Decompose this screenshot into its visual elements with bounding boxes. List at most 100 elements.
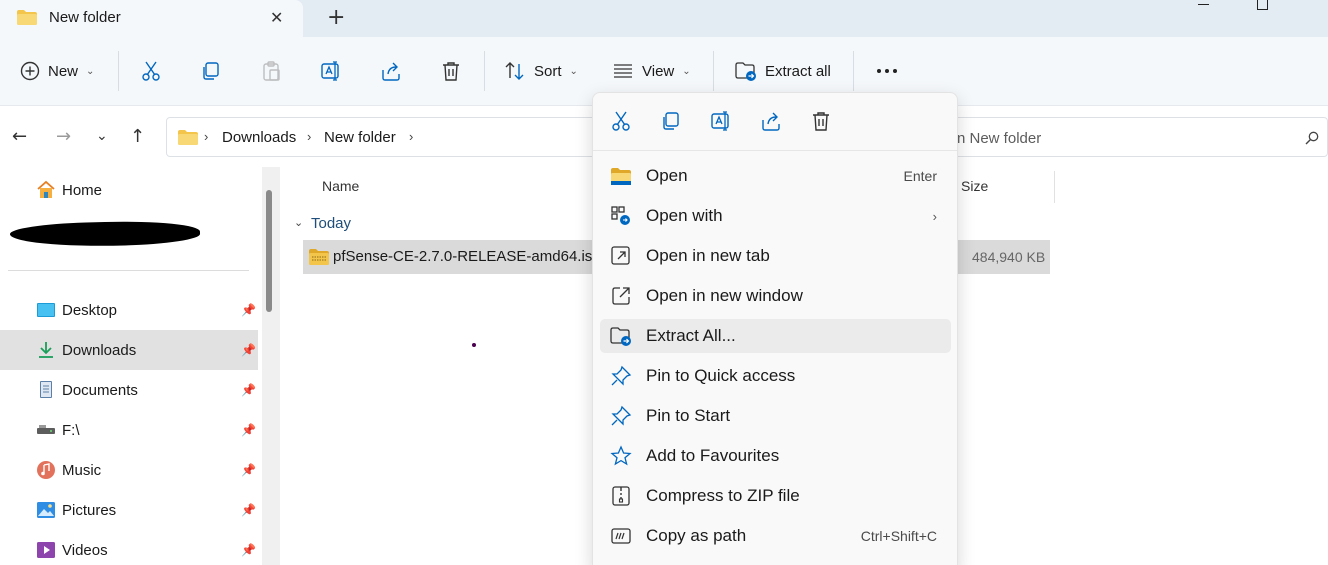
view-label: View [642,62,675,80]
column-divider[interactable] [1054,171,1055,203]
breadcrumb-downloads[interactable]: Downloads [222,129,296,146]
minimize-icon[interactable] [1198,4,1209,5]
folder-icon [17,10,37,25]
toolbar-divider [118,51,119,91]
pin-icon: 📌 [241,383,256,397]
chevron-down-icon[interactable]: ⌄ [294,216,303,229]
star-icon [610,445,632,466]
drive-icon [37,425,55,434]
breadcrumb-chevron-icon[interactable]: › [204,129,208,144]
breadcrumb-chevron-icon[interactable]: › [409,129,413,144]
recent-locations-icon[interactable]: ⌄ [96,128,108,144]
copy-icon [200,60,222,82]
menu-item-open-in-new-window[interactable]: Open in new window [600,279,951,313]
forward-icon[interactable]: → [56,126,71,147]
sidebar-item-pictures[interactable]: Pictures 📌 [0,490,258,530]
delete-button[interactable] [440,37,462,105]
extract-all-label: Extract all [765,62,831,80]
title-bar: New folder ✕ + [0,0,1328,37]
search-placeholder: n New folder [957,130,1042,147]
videos-icon [37,542,55,558]
group-header-today[interactable]: Today [311,215,351,232]
sidebar-item-desktop[interactable]: Desktop 📌 [0,290,258,330]
copy-button[interactable] [200,37,222,105]
rename-icon[interactable] [710,110,732,132]
cursor-dot [472,343,476,347]
rename-button[interactable] [320,37,342,105]
sort-button[interactable]: Sort ⌄ [504,37,578,105]
menu-item-label: Pin to Start [646,406,731,425]
sidebar-item-downloads[interactable]: Downloads 📌 [0,330,258,370]
menu-item-open-in-new-tab[interactable]: Open in new tab [600,239,951,273]
tab-new-folder[interactable]: New folder ✕ [0,0,303,37]
menu-item-open[interactable]: Open Enter [600,159,951,193]
file-name: pfSense-CE-2.7.0-RELEASE-amd64.iso.z [333,248,613,265]
folder-icon [178,130,198,145]
extract-icon [610,327,631,346]
context-menu: Open Enter Open with › Open in new tab O… [592,92,958,565]
new-icon [20,61,40,81]
delete-icon [440,60,462,82]
home-icon [37,180,55,198]
paste-icon [260,60,282,82]
sidebar-item-videos[interactable]: Videos 📌 [0,530,258,565]
breadcrumb-chevron-icon[interactable]: › [307,129,311,144]
search-box[interactable]: n New folder [940,117,1328,157]
redacted-item [9,219,201,249]
sidebar-item-drive-f[interactable]: F:\ 📌 [0,410,258,450]
toolbar-divider [484,51,485,91]
sidebar-scrollbar-thumb[interactable] [266,190,272,312]
pin-icon [611,405,632,426]
paste-button[interactable] [260,37,282,105]
menu-item-pin-to-quick-access[interactable]: Pin to Quick access [600,359,951,393]
new-tab-icon[interactable]: + [327,5,345,30]
maximize-icon[interactable] [1257,0,1268,10]
share-icon[interactable] [760,110,782,132]
pin-icon: 📌 [241,543,256,557]
menu-item-open-with[interactable]: Open with › [600,199,951,233]
pictures-icon [37,502,55,518]
address-bar[interactable]: › Downloads › New folder › [166,117,596,157]
view-icon [612,60,634,82]
share-button[interactable] [380,37,402,105]
column-header-size[interactable]: Size [961,178,988,194]
sort-icon [504,60,526,82]
chevron-down-icon: ⌄ [86,65,95,77]
menu-item-extract-all[interactable]: Extract All... [600,319,951,353]
music-icon [37,461,55,479]
zip-icon [612,486,630,506]
sort-label: Sort [534,62,562,80]
delete-icon[interactable] [810,110,832,132]
chevron-down-icon: ⌄ [682,65,691,77]
breadcrumb-new-folder[interactable]: New folder [324,129,396,146]
back-icon[interactable]: ← [12,126,27,147]
cut-button[interactable] [140,37,162,105]
share-icon [380,60,402,82]
toolbar-divider [853,51,854,91]
chevron-down-icon: ⌄ [569,65,578,77]
search-icon [1305,131,1319,145]
context-quick-actions [593,93,957,151]
close-tab-icon[interactable]: ✕ [270,8,283,28]
menu-item-shortcut: Ctrl+Shift+C [860,528,937,544]
menu-item-label: Pin to Quick access [646,366,796,385]
column-header-name[interactable]: Name [322,178,359,194]
new-button[interactable]: New ⌄ [20,37,94,105]
cut-icon[interactable] [610,110,632,132]
pin-icon: 📌 [241,303,256,317]
pin-icon: 📌 [241,463,256,477]
sidebar-divider [8,270,249,271]
sidebar-item-label: Music [62,461,102,479]
sidebar-item-label: Pictures [62,501,117,519]
up-icon[interactable]: ↑ [130,126,145,147]
rename-icon [320,60,342,82]
sidebar-item-music[interactable]: Music 📌 [0,450,258,490]
sidebar-item-documents[interactable]: Documents 📌 [0,370,258,410]
menu-item-copy-as-path[interactable]: Copy as path Ctrl+Shift+C [600,519,951,553]
chevron-right-icon: › [932,208,937,224]
menu-item-compress-to-zip[interactable]: Compress to ZIP file [600,479,951,513]
menu-item-add-to-favourites[interactable]: Add to Favourites [600,439,951,473]
sidebar-item-home[interactable]: Home [0,170,258,210]
menu-item-pin-to-start[interactable]: Pin to Start [600,399,951,433]
copy-icon[interactable] [660,110,682,132]
